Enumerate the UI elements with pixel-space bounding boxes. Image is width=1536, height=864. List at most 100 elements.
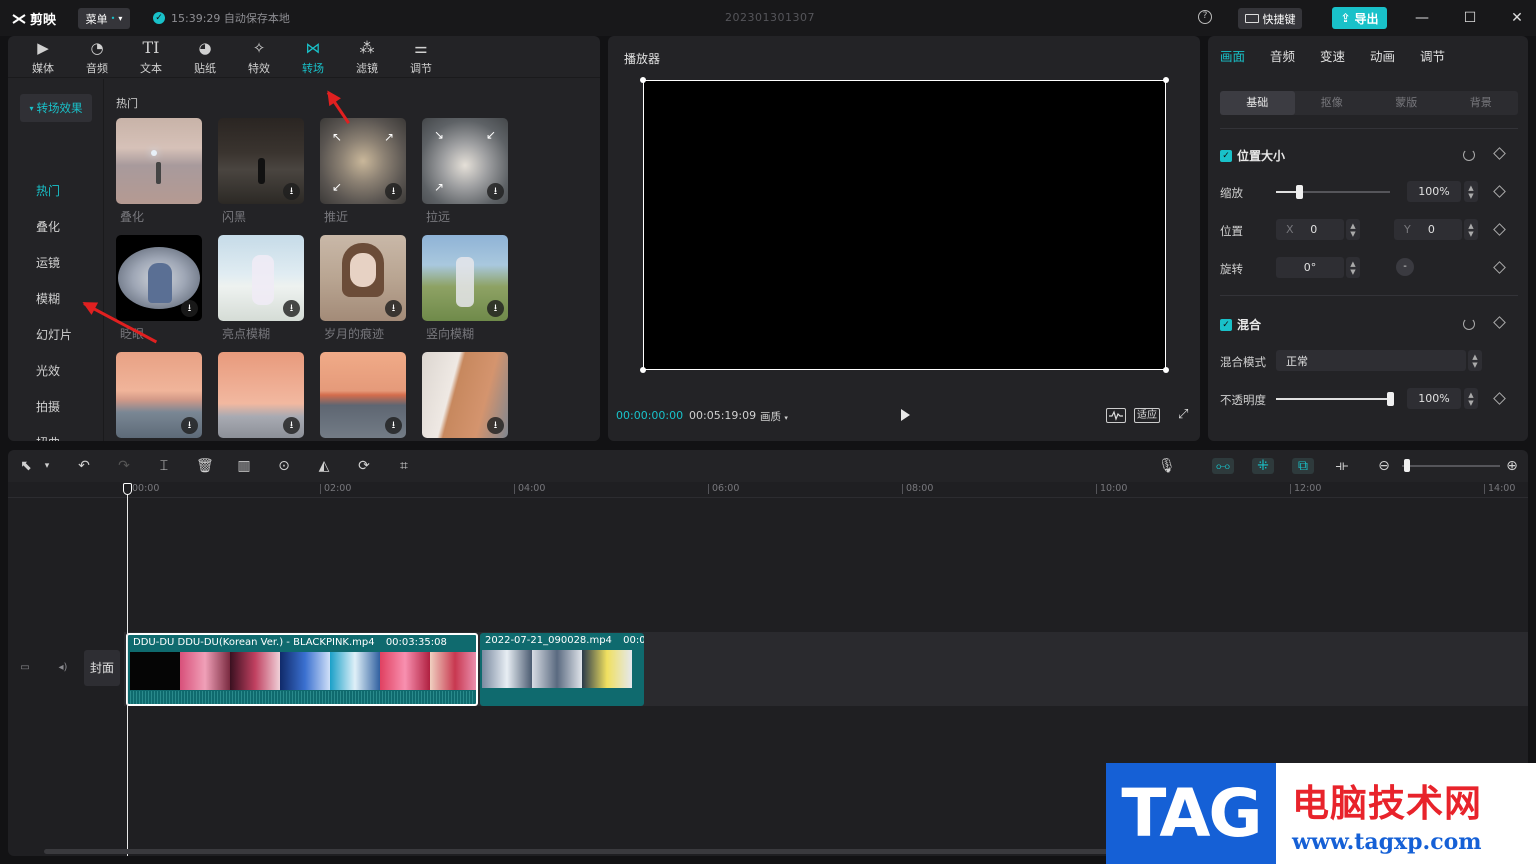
video-clip[interactable]: DDU-DU DDU-DU(Korean Ver.) - BLACKPINK.m… [126,633,478,706]
checkbox-icon[interactable]: ✓ [1220,318,1232,331]
download-icon[interactable]: ⭳ [487,417,504,434]
mirror-icon[interactable]: ◭ [316,458,332,474]
close-icon[interactable]: ✕ [1507,8,1527,28]
chevron-down-icon[interactable]: ▾ [39,458,55,474]
export-button[interactable]: ⇪ 导出 [1332,7,1387,29]
keyframe-icon[interactable] [1493,185,1506,198]
transition-thumb-pull-out[interactable]: ↘ ↙ ↗ ⭳ [422,118,508,204]
video-clip[interactable]: 2022-07-21_090028.mp4 00:01:4 [480,633,644,706]
transition-thumb-sunset-1[interactable]: ⭳ [116,352,202,438]
scale-slider-knob[interactable] [1295,185,1303,199]
resize-handle[interactable] [640,77,646,83]
position-x-stepper[interactable]: ▲ ▼ [1346,219,1360,240]
keyframe-icon[interactable] [1493,392,1506,405]
main-track-magnet-icon[interactable]: ⧟ [1212,458,1234,474]
microphone-icon[interactable]: 🎙 [1158,458,1176,474]
tab-media[interactable]: ▶ 媒体 [16,36,70,78]
tab-audio[interactable]: ◔ 音频 [70,36,124,78]
keyframe-icon[interactable] [1493,223,1506,236]
sidebar-item-shoot[interactable]: 拍摄 [36,398,60,415]
mute-icon[interactable]: ◂) [56,662,70,674]
quality-dropdown[interactable]: 画质 ▾ [760,409,788,424]
cover-button[interactable]: 封面 [84,650,120,686]
resize-handle[interactable] [640,367,646,373]
freeze-icon[interactable]: ▥ [236,458,252,474]
transition-thumb-bright-blur[interactable]: ⭳ [218,235,304,321]
zoom-slider[interactable] [1402,465,1500,467]
position-y-input[interactable]: Y 0 [1394,219,1462,240]
tab-adjust[interactable]: ⚌ 调节 [394,36,448,78]
rotate-icon[interactable]: ⟳ [356,458,372,474]
sidebar-header-transition-effects[interactable]: ▾ 转场效果 [20,94,92,122]
video-track-icon[interactable]: ▭ [18,662,32,674]
transition-thumb-vertical-blur[interactable]: ⭳ [422,235,508,321]
subtab-mask[interactable]: 蒙版 [1369,91,1444,115]
resize-handle[interactable] [1163,77,1169,83]
keyframe-icon[interactable] [1493,147,1506,160]
rotate-input[interactable]: 0° [1276,257,1344,278]
transition-thumb-flash-black[interactable]: ⭳ [218,118,304,204]
sidebar-item-light[interactable]: 光效 [36,362,60,379]
delete-icon[interactable]: 🗑 [196,458,214,474]
play-icon[interactable] [898,408,912,422]
scale-input[interactable]: 100% [1407,181,1461,202]
transition-thumb-dissolve[interactable] [116,118,202,204]
zoom-in-icon[interactable]: ⊕ [1504,458,1520,474]
tab-picture[interactable]: 画面 [1220,36,1270,78]
download-icon[interactable]: ⭳ [385,300,402,317]
preview-axis-icon[interactable]: ⟛ [1334,458,1350,474]
sidebar-item-slideshow[interactable]: 幻灯片 [36,326,72,343]
tab-speed[interactable]: 变速 [1320,36,1370,78]
scale-stepper[interactable]: ▲ ▼ [1464,181,1478,202]
tab-transition[interactable]: ⋈ 转场 [286,36,340,78]
auto-snap-icon[interactable]: ⁜ [1252,458,1274,474]
position-x-input[interactable]: X 0 [1276,219,1344,240]
download-icon[interactable]: ⭳ [385,183,402,200]
blend-mode-select[interactable]: 正常 [1276,350,1466,371]
sidebar-item-dissolve[interactable]: 叠化 [36,218,60,235]
zoom-slider-knob[interactable] [1404,459,1410,472]
tab-adjust[interactable]: 调节 [1420,36,1470,78]
ratio-button[interactable]: 适应 [1134,408,1160,423]
checkbox-icon[interactable]: ✓ [1220,149,1232,162]
resize-handle[interactable] [1163,367,1169,373]
subtab-cutout[interactable]: 抠像 [1295,91,1370,115]
subtab-background[interactable]: 背景 [1444,91,1519,115]
rotate-dial-icon[interactable]: - [1396,258,1414,276]
maximize-icon[interactable]: ☐ [1460,8,1480,28]
download-icon[interactable]: ⭳ [181,300,198,317]
select-cursor-icon[interactable]: ⬉ [18,458,34,474]
shortcut-button[interactable]: 快捷键 [1238,8,1302,29]
link-icon[interactable]: ⧉ [1292,458,1314,474]
timeline-scrollbar[interactable] [44,849,1244,854]
playhead[interactable] [127,484,128,856]
tab-filter[interactable]: ⁂ 滤镜 [340,36,394,78]
tab-text[interactable]: TI 文本 [124,36,178,78]
split-icon[interactable]: ⌶ [156,458,172,474]
reset-icon[interactable] [1463,318,1475,330]
transition-thumb-page-flip[interactable]: ⭳ [422,352,508,438]
waveform-icon[interactable] [1106,408,1126,423]
subtab-basic[interactable]: 基础 [1220,91,1295,115]
transition-thumb-traces-of-time[interactable]: ⭳ [320,235,406,321]
transition-thumb-push-in[interactable]: ↖ ↗ ↙ ⭳ [320,118,406,204]
opacity-stepper[interactable]: ▲ ▼ [1464,388,1478,409]
download-icon[interactable]: ⭳ [385,417,402,434]
sidebar-item-camera-move[interactable]: 运镜 [36,254,60,271]
sidebar-item-hot[interactable]: 热门 [36,182,60,199]
tab-effects[interactable]: ✧ 特效 [232,36,286,78]
opacity-input[interactable]: 100% [1407,388,1461,409]
video-preview[interactable] [640,77,1169,373]
reverse-play-icon[interactable]: ⊙ [276,458,292,474]
download-icon[interactable]: ⭳ [283,300,300,317]
fullscreen-icon[interactable]: ⤢ [1178,407,1188,422]
blend-mode-stepper[interactable]: ▲ ▼ [1468,350,1482,371]
keyframe-icon[interactable] [1493,316,1506,329]
download-icon[interactable]: ⭳ [283,183,300,200]
menu-button[interactable]: 菜单 • ▾ [78,8,130,29]
opacity-slider-knob[interactable] [1387,392,1394,406]
reset-icon[interactable] [1463,149,1475,161]
redo-icon[interactable]: ↷ [116,458,132,474]
help-icon[interactable]: ? [1198,10,1212,24]
playhead-handle[interactable] [123,483,132,495]
